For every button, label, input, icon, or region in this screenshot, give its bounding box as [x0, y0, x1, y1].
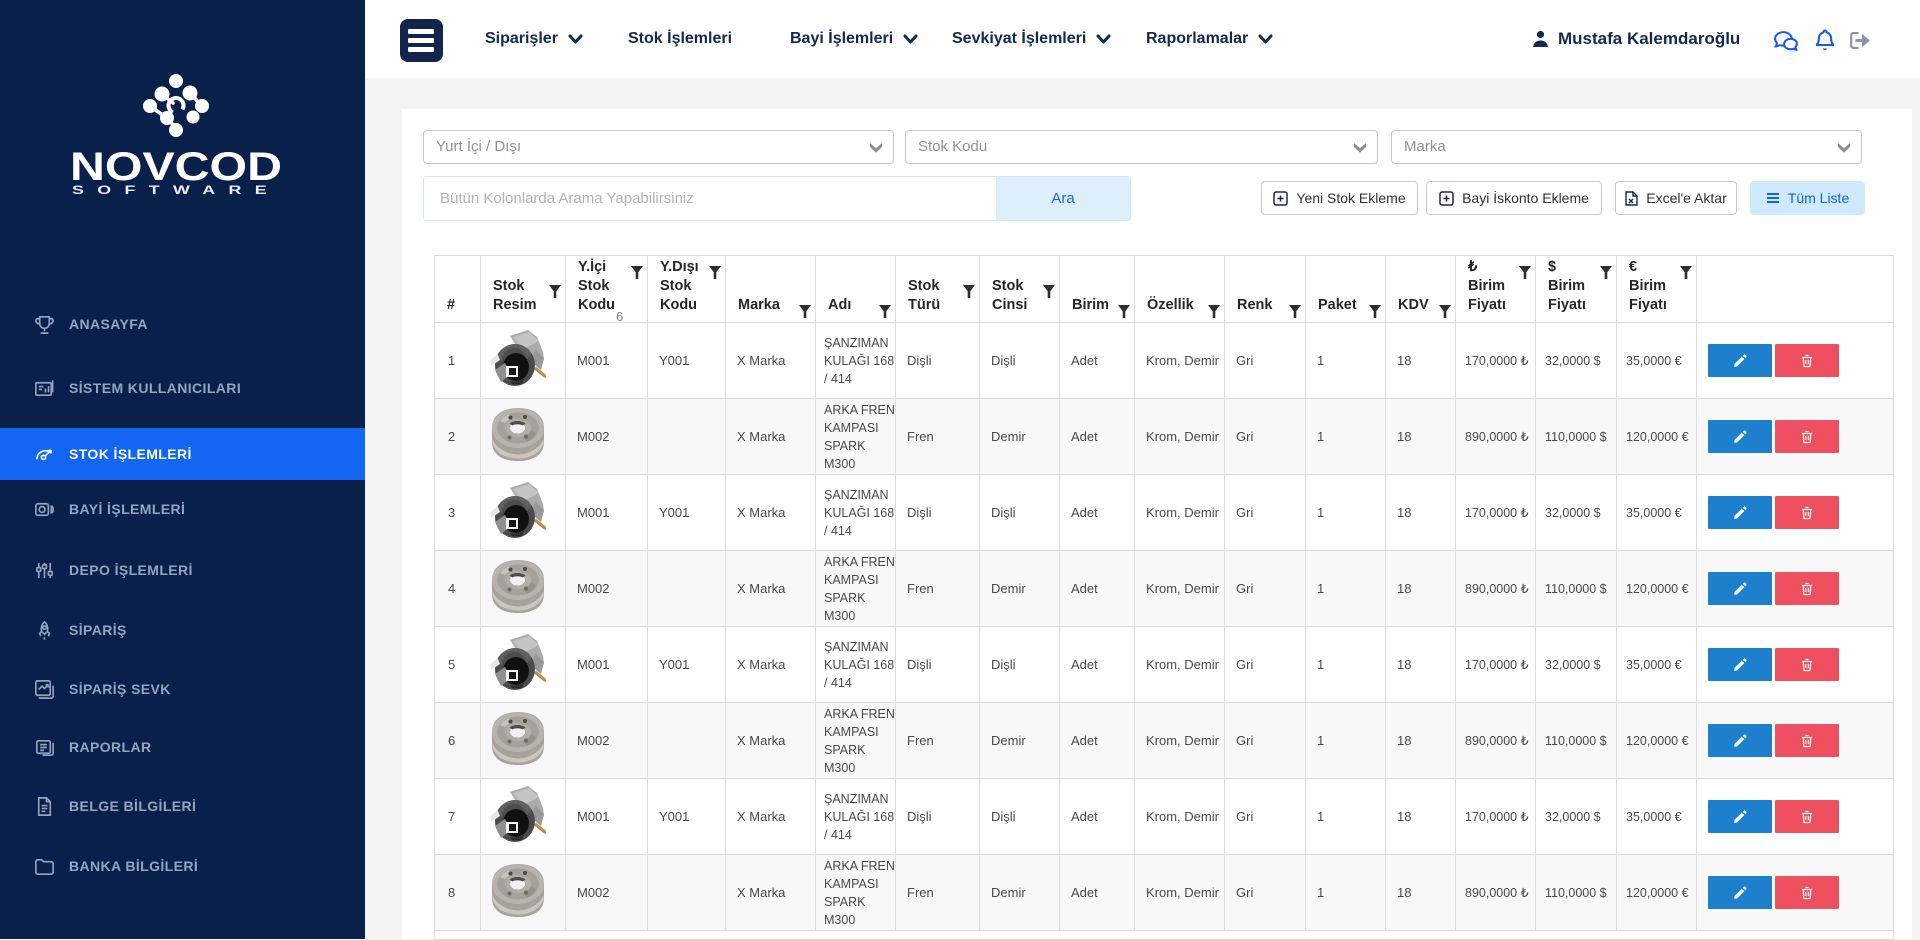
svg-text:SOFTWARE: SOFTWARE [72, 183, 280, 196]
